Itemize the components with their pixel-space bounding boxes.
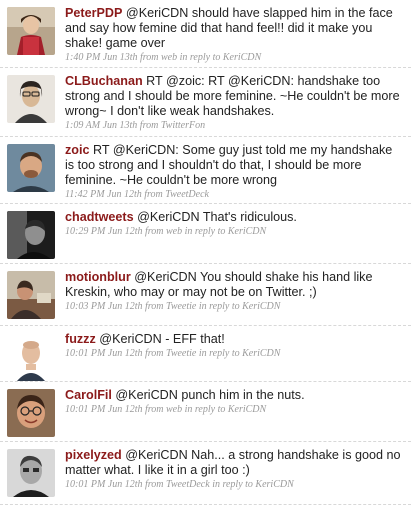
tweet-text: RT @KeriCDN: Some guy just told me my ha… [65,143,393,187]
avatar-woman-portrait-icon[interactable] [7,7,55,55]
avatar-person-photo-icon[interactable] [7,271,55,319]
tweet-screen-name[interactable]: PeterPDP [65,6,122,20]
tweet-meta[interactable]: 10:01 PM Jun 12th from TweetDeck in repl… [65,479,403,491]
tweet-meta[interactable]: 1:09 AM Jun 13th from TwitterFon [65,120,403,132]
tweet-text: @KeriCDN - EFF that! [99,332,225,346]
tweet-timeline: PeterPDP @KeriCDN should have slapped hi… [0,0,411,505]
tweet-item: CarolFil @KeriCDN punch him in the nuts.… [0,382,411,442]
tweet-screen-name[interactable]: CLBuchanan [65,74,143,88]
tweet-meta[interactable]: 10:01 PM Jun 12th from web in reply to K… [65,404,403,416]
tweet-meta[interactable]: 10:03 PM Jun 12th from Tweetie in reply … [65,301,403,313]
tweet-meta[interactable]: 11:42 PM Jun 12th from TweetDeck [65,189,403,201]
tweet-screen-name[interactable]: pixelyzed [65,448,122,462]
tweet-item: pixelyzed @KeriCDN Nah... a strong hands… [0,442,411,505]
avatar-man-bald-icon[interactable] [7,333,55,381]
tweet-text: @KeriCDN punch him in the nuts. [115,388,305,402]
tweet-screen-name[interactable]: zoic [65,143,90,157]
avatar-man-bw-icon[interactable] [7,449,55,497]
avatar-man-glasses-icon[interactable] [7,389,55,437]
tweet-item: CLBuchanan RT @zoic: RT @KeriCDN: handsh… [0,68,411,137]
tweet-meta[interactable]: 10:29 PM Jun 12th from web in reply to K… [65,226,403,238]
tweet-screen-name[interactable]: motionblur [65,270,131,284]
tweet-item: zoic RT @KeriCDN: Some guy just told me … [0,137,411,204]
tweet-item: chadtweets @KeriCDN That's ridiculous. 1… [0,204,411,264]
tweet-screen-name[interactable]: fuzzz [65,332,96,346]
avatar-woman-photo-icon[interactable] [7,75,55,123]
tweet-screen-name[interactable]: CarolFil [65,388,112,402]
tweet-meta[interactable]: 1:40 PM Jun 13th from web in reply to Ke… [65,52,403,64]
tweet-item: fuzzz @KeriCDN - EFF that! 10:01 PM Jun … [0,326,411,382]
tweet-item: PeterPDP @KeriCDN should have slapped hi… [0,0,411,68]
tweet-item: motionblur @KeriCDN You should shake his… [0,264,411,326]
tweet-screen-name[interactable]: chadtweets [65,210,134,224]
tweet-text: @KeriCDN That's ridiculous. [137,210,297,224]
tweet-meta[interactable]: 10:01 PM Jun 12th from Tweetie in reply … [65,348,403,360]
avatar-man-dark-icon[interactable] [7,211,55,259]
avatar-man-photo-icon[interactable] [7,144,55,192]
